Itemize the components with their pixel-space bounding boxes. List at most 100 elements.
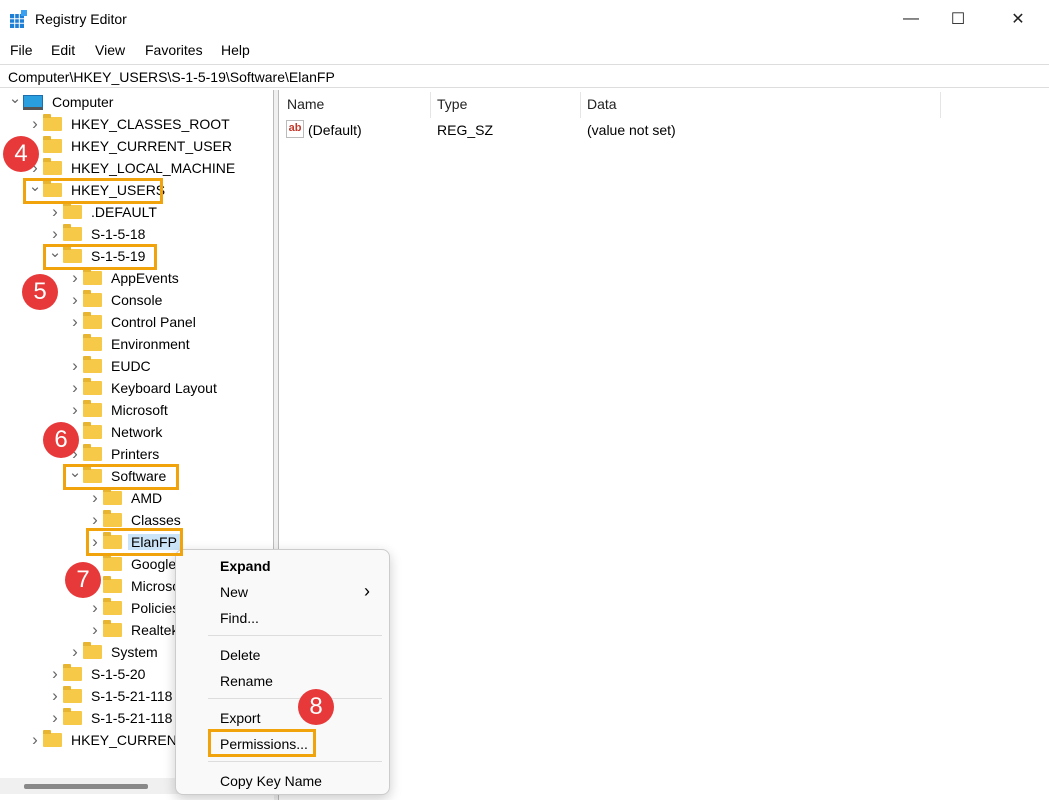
folder-icon (83, 290, 102, 307)
chevron-right-icon[interactable]: › (69, 399, 81, 421)
tree-node[interactable]: ›Network (69, 421, 165, 443)
chevron-right-icon[interactable]: › (69, 311, 81, 333)
tree-node-label: Control Panel (111, 314, 196, 330)
menu-item-copy-key-name[interactable]: Copy Key Name (220, 773, 322, 789)
column-divider[interactable] (940, 92, 941, 118)
column-header-data[interactable]: Data (587, 96, 617, 112)
menu-item-delete[interactable]: Delete (220, 647, 260, 663)
minimize-button[interactable]: — (888, 0, 934, 38)
menu-edit[interactable]: Edit (51, 42, 75, 58)
registry-editor-icon (10, 10, 27, 28)
tree-node-label: Microsoft (111, 402, 168, 418)
tree-node-label: AppEvents (111, 270, 179, 286)
value-data: (value not set) (587, 122, 676, 138)
tree-node[interactable]: ⌄ Computer (9, 90, 116, 113)
folder-icon (43, 136, 62, 153)
highlight-s-1-5-19 (43, 244, 157, 270)
chevron-right-icon[interactable]: › (49, 201, 61, 223)
tree-node[interactable]: › Printers (69, 443, 162, 465)
folder-icon (103, 620, 122, 637)
tree-node-label: .DEFAULT (91, 204, 157, 220)
folder-icon (103, 488, 122, 505)
tree-node-label: S-1-5-21-118 (91, 688, 173, 704)
tree-node[interactable]: › Realtek (89, 619, 181, 641)
chevron-right-icon[interactable]: › (69, 641, 81, 663)
tree-node[interactable]: › S-1-5-20 (49, 663, 148, 685)
chevron-right-icon[interactable]: › (69, 267, 81, 289)
folder-icon (63, 686, 82, 703)
close-button[interactable]: ✕ (995, 0, 1041, 38)
chevron-right-icon[interactable]: › (69, 355, 81, 377)
folder-icon (103, 598, 122, 615)
chevron-right-icon[interactable]: › (49, 685, 61, 707)
tree-node[interactable]: › S-1-5-21-118 (49, 685, 175, 707)
tree-node[interactable]: › HKEY_LOCAL_MACHINE (29, 157, 238, 179)
column-divider[interactable] (580, 92, 581, 118)
chevron-right-icon[interactable]: › (69, 289, 81, 311)
menu-separator (208, 698, 382, 699)
column-header-type[interactable]: Type (437, 96, 467, 112)
tree-node-label: HKEY_CLASSES_ROOT (71, 116, 230, 132)
tree-node[interactable]: ›HKEY_CURRENT_USER (29, 135, 235, 157)
chevron-right-icon[interactable]: › (69, 377, 81, 399)
submenu-arrow-icon: › (364, 581, 370, 601)
menu-item-export[interactable]: Export (220, 710, 260, 726)
tree-node[interactable]: › S-1-5-21-118 (49, 707, 175, 729)
highlight-permissions (208, 729, 316, 757)
tree-node[interactable]: Google (89, 553, 179, 575)
folder-icon (83, 268, 102, 285)
menu-help[interactable]: Help (221, 42, 250, 58)
tree-node[interactable]: › Policies (89, 597, 182, 619)
chevron-right-icon[interactable]: › (29, 729, 41, 751)
column-divider[interactable] (430, 92, 431, 118)
tree-node[interactable]: › EUDC (69, 355, 154, 377)
folder-icon (103, 576, 122, 593)
tree-node[interactable]: Environment (69, 333, 193, 355)
tree-node-label: Realtek (131, 622, 179, 638)
tree-connector (69, 333, 81, 355)
tree-node-label: Classes (131, 512, 181, 528)
folder-icon (63, 202, 82, 219)
value-name[interactable]: (Default) (308, 122, 362, 138)
chevron-right-icon[interactable]: › (89, 597, 101, 619)
tree-node-label: HKEY_LOCAL_MACHINE (71, 160, 236, 176)
chevron-right-icon[interactable]: › (49, 663, 61, 685)
window-title: Registry Editor (35, 11, 127, 27)
values-pane[interactable] (280, 90, 1049, 800)
chevron-down-icon[interactable]: ⌄ (9, 90, 22, 109)
tree-node[interactable]: › S-1-5-18 (49, 223, 148, 245)
tree-node[interactable]: › .DEFAULT (49, 201, 160, 223)
tree-node[interactable]: › HKEY_CLASSES_ROOT (29, 113, 233, 135)
chevron-right-icon[interactable]: › (89, 619, 101, 641)
tree-node[interactable]: › Console (69, 289, 165, 311)
menu-item-expand[interactable]: Expand (220, 558, 271, 574)
tree-node-label: S-1-5-18 (91, 226, 146, 242)
scrollbar-thumb[interactable] (24, 784, 148, 789)
step-badge-8: 8 (298, 689, 334, 725)
tree-node[interactable]: › AppEvents (69, 267, 182, 289)
chevron-right-icon[interactable]: › (49, 707, 61, 729)
tree-node[interactable]: › System (69, 641, 161, 663)
menu-file[interactable]: File (10, 42, 33, 58)
tree-node[interactable]: › Microsoft (69, 399, 171, 421)
menu-view[interactable]: View (95, 42, 125, 58)
menu-favorites[interactable]: Favorites (145, 42, 203, 58)
tree-node[interactable]: › Control Panel (69, 311, 199, 333)
maximize-button[interactable]: ☐ (935, 0, 981, 38)
folder-icon (83, 378, 102, 395)
chevron-right-icon[interactable]: › (29, 113, 41, 135)
tree-node[interactable]: › AMD (89, 487, 165, 509)
menu-item-find[interactable]: Find... (220, 610, 259, 626)
step-badge-7: 7 (65, 562, 101, 598)
address-bar[interactable]: Computer\HKEY_USERS\S-1-5-19\Software\El… (0, 64, 1049, 88)
column-header-name[interactable]: Name (287, 96, 324, 112)
folder-icon (63, 708, 82, 725)
tree-node-label: AMD (131, 490, 163, 506)
chevron-right-icon[interactable]: › (89, 487, 101, 509)
tree-node[interactable]: › Keyboard Layout (69, 377, 220, 399)
folder-icon (103, 510, 122, 527)
menu-item-rename[interactable]: Rename (220, 673, 273, 689)
folder-icon (83, 356, 102, 373)
menu-item-new[interactable]: New (220, 584, 248, 600)
tree-node-label: Network (111, 424, 163, 440)
